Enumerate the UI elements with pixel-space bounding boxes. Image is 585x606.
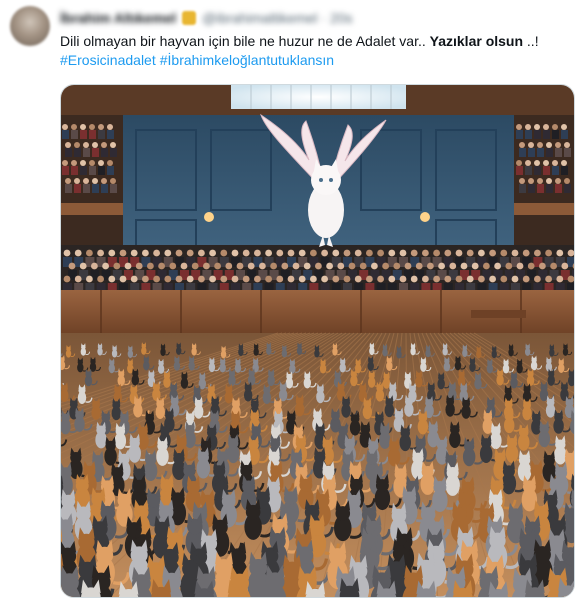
hashtag-link[interactable]: #İbrahimkeloğlantutuklansın bbox=[160, 52, 334, 68]
hashtag-link[interactable]: #Erosicinadalet bbox=[60, 52, 156, 68]
author-display-name[interactable]: İbrahim Altıkemel bbox=[60, 10, 176, 26]
author-handle[interactable]: @ibrahimaltikemel · 20s bbox=[202, 10, 352, 26]
courtroom-cats-image bbox=[61, 85, 574, 597]
tweet-text-tail: ..! bbox=[523, 33, 539, 49]
verified-badge-icon bbox=[182, 11, 197, 25]
tweet-header: İbrahim Altıkemel @ibrahimaltikemel · 20… bbox=[60, 8, 353, 28]
tweet-text-bold: Yazıklar olsun bbox=[429, 33, 524, 49]
tweet-card[interactable]: İbrahim Altıkemel @ibrahimaltikemel · 20… bbox=[0, 0, 585, 606]
tweet-media-image[interactable] bbox=[60, 84, 575, 598]
tweet-text-plain: Dili olmayan bir hayvan için bile ne huz… bbox=[60, 33, 430, 49]
tweet-text: Dili olmayan bir hayvan için bile ne huz… bbox=[60, 32, 575, 70]
author-avatar[interactable] bbox=[10, 6, 50, 46]
hashtag-list: #Erosicinadalet #İbrahimkeloğlantutuklans… bbox=[60, 51, 575, 70]
